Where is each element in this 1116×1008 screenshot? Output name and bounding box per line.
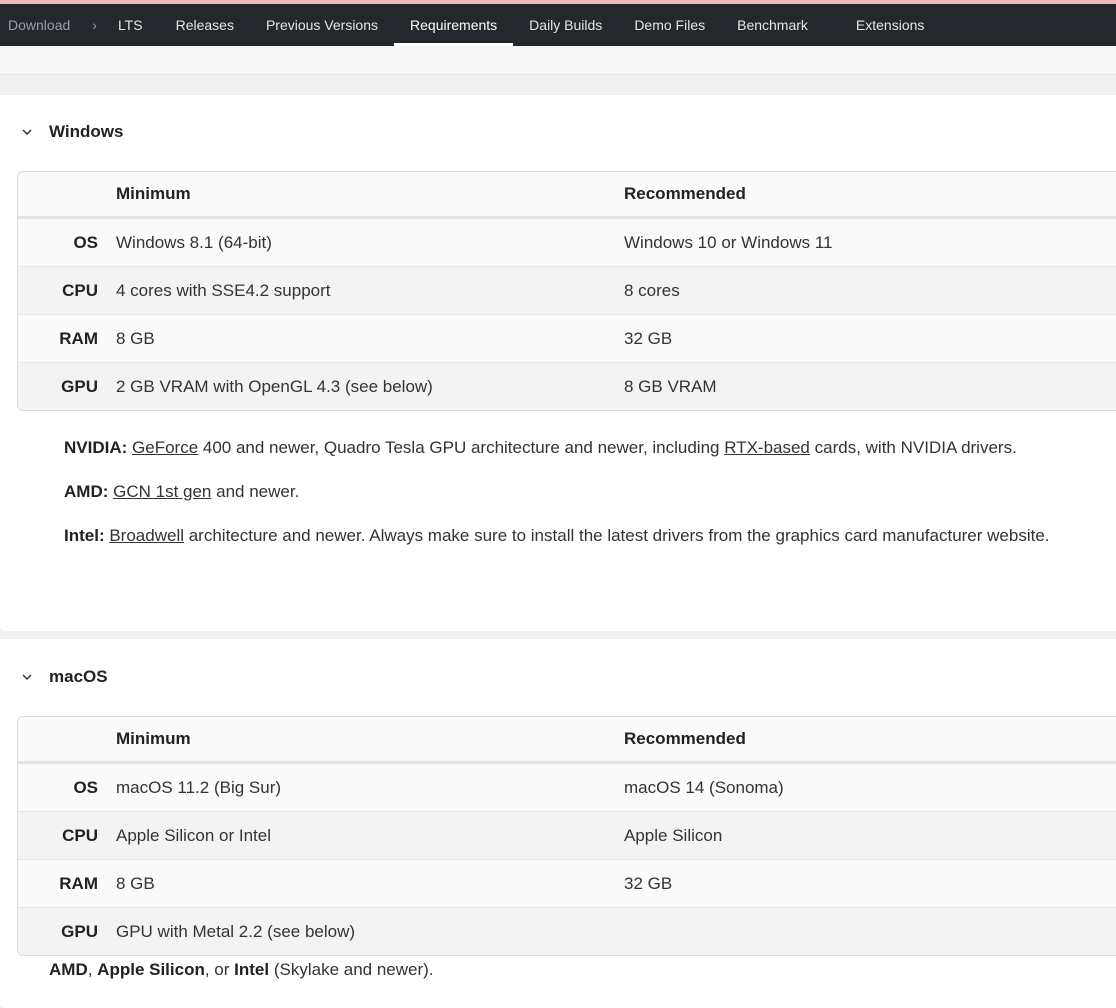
nav-requirements-active[interactable]: Requirements: [393, 4, 514, 46]
nav-previous-versions[interactable]: Previous Versions: [266, 4, 378, 46]
row-label: OS: [18, 764, 116, 812]
amd-note: AMD: GCN 1st gen and newer.: [64, 478, 1074, 506]
nvidia-text-1: 400 and newer, Quadro Tesla GPU architec…: [198, 438, 725, 457]
header-minimum: Minimum: [116, 717, 624, 764]
intel-brand: Intel: [234, 960, 270, 979]
header-minimum: Minimum: [116, 172, 624, 219]
table-row: RAM 8 GB 32 GB: [18, 860, 1116, 908]
windows-section-toggle[interactable]: Windows: [20, 122, 123, 142]
row-recommended: 32 GB: [624, 315, 1116, 363]
row-minimum: 8 GB: [116, 315, 624, 363]
row-recommended: Apple Silicon: [624, 812, 1116, 860]
macos-section-title: macOS: [49, 667, 108, 686]
top-navigation: Download › LTS Releases Previous Version…: [0, 4, 1116, 46]
row-minimum: macOS 11.2 (Big Sur): [116, 764, 624, 812]
row-label: CPU: [18, 267, 116, 315]
chevron-down-icon: [22, 129, 32, 136]
nvidia-text-2: cards, with NVIDIA drivers.: [809, 438, 1017, 457]
previous-card-bottom: [0, 46, 1116, 75]
table-row: CPU Apple Silicon or Intel Apple Silicon: [18, 812, 1116, 860]
amd-label: AMD:: [64, 482, 109, 501]
table-row: GPU 2 GB VRAM with OpenGL 4.3 (see below…: [18, 363, 1116, 410]
row-label: GPU: [18, 363, 116, 410]
header-empty: [18, 172, 116, 219]
broadwell-link[interactable]: Broadwell: [109, 526, 184, 545]
row-label: GPU: [18, 908, 116, 955]
amd-text: and newer.: [211, 482, 300, 501]
macos-section: macOS Minimum Recommended OS macOS 11.2 …: [0, 639, 1116, 1008]
table-row: GPU GPU with Metal 2.2 (see below): [18, 908, 1116, 955]
windows-gpu-notes: NVIDIA: GeForce 400 and newer, Quadro Te…: [64, 434, 1074, 566]
row-label: OS: [18, 219, 116, 267]
header-recommended: Recommended: [624, 172, 1116, 219]
nav-daily-builds[interactable]: Daily Builds: [529, 4, 602, 46]
row-recommended: 8 cores: [624, 267, 1116, 315]
chevron-down-icon: [22, 674, 32, 681]
nav-lts[interactable]: LTS: [118, 4, 143, 46]
rtx-link[interactable]: RTX-based: [724, 438, 810, 457]
intel-label: Intel:: [64, 526, 105, 545]
row-minimum: GPU with Metal 2.2 (see below): [116, 908, 624, 955]
row-recommended: Windows 10 or Windows 11: [624, 219, 1116, 267]
note-tail: (Skylake and newer).: [269, 960, 434, 979]
table-row: OS macOS 11.2 (Big Sur) macOS 14 (Sonoma…: [18, 764, 1116, 812]
row-minimum: 4 cores with SSE4.2 support: [116, 267, 624, 315]
row-recommended: [624, 908, 1116, 955]
row-recommended: macOS 14 (Sonoma): [624, 764, 1116, 812]
row-label: CPU: [18, 812, 116, 860]
row-minimum: 2 GB VRAM with OpenGL 4.3 (see below): [116, 363, 624, 410]
nav-download[interactable]: Download: [8, 4, 70, 46]
table-row: CPU 4 cores with SSE4.2 support 8 cores: [18, 267, 1116, 315]
amd-brand: AMD: [49, 960, 88, 979]
nav-extensions[interactable]: Extensions: [856, 4, 924, 46]
header-empty: [18, 717, 116, 764]
note-sep-1: ,: [87, 960, 98, 979]
macos-gpu-note: AMD, Apple Silicon, or Intel (Skylake an…: [49, 960, 434, 980]
row-recommended: 32 GB: [624, 860, 1116, 908]
apple-silicon-brand: Apple Silicon: [97, 960, 205, 979]
table-header-row: Minimum Recommended: [18, 172, 1116, 219]
nav-benchmark[interactable]: Benchmark: [737, 4, 808, 46]
row-recommended: 8 GB VRAM: [624, 363, 1116, 410]
windows-requirements-table: Minimum Recommended OS Windows 8.1 (64-b…: [17, 171, 1116, 411]
breadcrumb-chevron-icon: ›: [92, 17, 97, 33]
row-label: RAM: [18, 315, 116, 363]
row-minimum: 8 GB: [116, 860, 624, 908]
table-row: OS Windows 8.1 (64-bit) Windows 10 or Wi…: [18, 219, 1116, 267]
note-sep-2: , or: [204, 960, 235, 979]
nvidia-label: NVIDIA:: [64, 438, 128, 457]
header-recommended: Recommended: [624, 717, 1116, 764]
macos-section-toggle[interactable]: macOS: [20, 667, 108, 687]
macos-requirements-table: Minimum Recommended OS macOS 11.2 (Big S…: [17, 716, 1116, 956]
row-minimum: Windows 8.1 (64-bit): [116, 219, 624, 267]
nav-demo-files[interactable]: Demo Files: [634, 4, 705, 46]
windows-section: Windows Minimum Recommended OS Windows 8…: [0, 95, 1116, 631]
table-header-row: Minimum Recommended: [18, 717, 1116, 764]
table-row: RAM 8 GB 32 GB: [18, 315, 1116, 363]
intel-text: architecture and newer. Always make sure…: [184, 526, 1050, 545]
geforce-link[interactable]: GeForce: [132, 438, 198, 457]
nvidia-note: NVIDIA: GeForce 400 and newer, Quadro Te…: [64, 434, 1074, 462]
windows-section-title: Windows: [49, 122, 124, 141]
row-minimum: Apple Silicon or Intel: [116, 812, 624, 860]
intel-note: Intel: Broadwell architecture and newer.…: [64, 522, 1074, 550]
nav-releases[interactable]: Releases: [176, 4, 234, 46]
row-label: RAM: [18, 860, 116, 908]
gcn-link[interactable]: GCN 1st gen: [113, 482, 211, 501]
